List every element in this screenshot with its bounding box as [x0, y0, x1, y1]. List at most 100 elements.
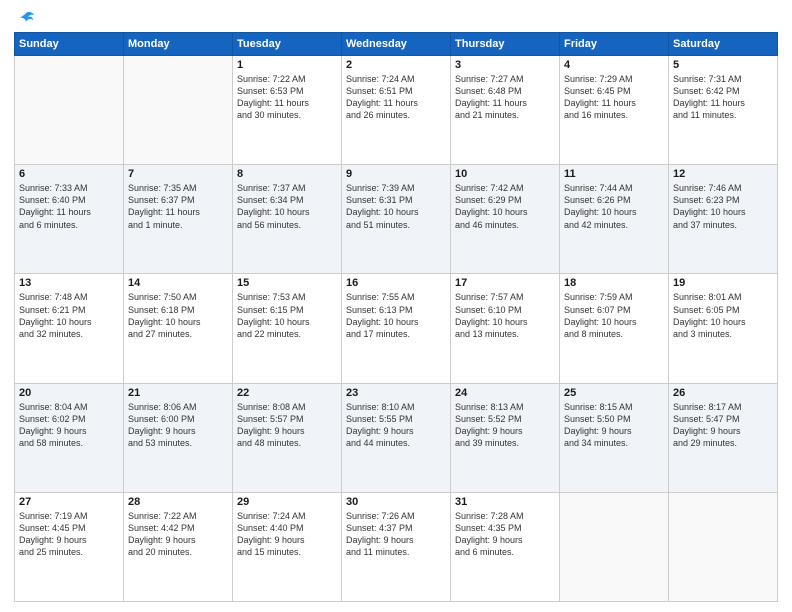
weekday-header: Friday	[560, 33, 669, 56]
calendar-day-cell: 21Sunrise: 8:06 AM Sunset: 6:00 PM Dayli…	[124, 383, 233, 492]
day-number: 26	[673, 387, 773, 399]
calendar-day-cell	[124, 56, 233, 165]
calendar-day-cell: 5 Sunrise: 7:31 AM Sunset: 6:42 PM Daylig…	[669, 56, 778, 165]
weekday-header: Saturday	[669, 33, 778, 56]
day-info: Sunrise: 7:42 AM Sunset: 6:29 PM Dayligh…	[455, 182, 555, 231]
day-info: Sunrise: 7:29 AM Sunset: 6:45 PM Dayligh…	[564, 73, 664, 122]
calendar-week-row: 1Sunrise: 7:22 AM Sunset: 6:53 PM Daylig…	[15, 56, 778, 165]
day-info: Sunrise: 7:24 AM Sunset: 4:40 PM Dayligh…	[237, 510, 337, 559]
day-number: 31	[455, 496, 555, 508]
calendar-day-cell	[669, 492, 778, 601]
day-info: Sunrise: 7:28 AM Sunset: 4:35 PM Dayligh…	[455, 510, 555, 559]
day-info: Sunrise: 7:46 AM Sunset: 6:23 PM Dayligh…	[673, 182, 773, 231]
day-number: 4	[564, 59, 664, 71]
calendar-week-row: 13 Sunrise: 7:48 AM Sunset: 6:21 PM Dayli…	[15, 274, 778, 383]
weekday-header: Sunday	[15, 33, 124, 56]
calendar-day-cell: 25 Sunrise: 8:15 AM Sunset: 5:50 PM Dayli…	[560, 383, 669, 492]
day-number: 3	[455, 59, 555, 71]
calendar-day-cell: 15 Sunrise: 7:53 AM Sunset: 6:15 PM Dayli…	[233, 274, 342, 383]
day-number: 12	[673, 168, 773, 180]
weekday-header: Monday	[124, 33, 233, 56]
calendar-day-cell: 19 Sunrise: 8:01 AM Sunset: 6:05 PM Dayli…	[669, 274, 778, 383]
day-info: Sunrise: 8:04 AM Sunset: 6:02 PM Dayligh…	[19, 401, 119, 450]
header	[14, 10, 778, 26]
day-number: 19	[673, 277, 773, 289]
day-info: Sunrise: 7:35 AM Sunset: 6:37 PM Dayligh…	[128, 182, 228, 231]
day-info: Sunrise: 7:59 AM Sunset: 6:07 PM Dayligh…	[564, 291, 664, 340]
day-number: 1	[237, 59, 337, 71]
day-info: Sunrise: 7:53 AM Sunset: 6:15 PM Dayligh…	[237, 291, 337, 340]
calendar-day-cell: 18 Sunrise: 7:59 AM Sunset: 6:07 PM Dayli…	[560, 274, 669, 383]
day-number: 17	[455, 277, 555, 289]
day-info: Sunrise: 8:15 AM Sunset: 5:50 PM Dayligh…	[564, 401, 664, 450]
calendar-day-cell: 12 Sunrise: 7:46 AM Sunset: 6:23 PM Dayli…	[669, 165, 778, 274]
calendar-day-cell: 31 Sunrise: 7:28 AM Sunset: 4:35 PM Dayli…	[451, 492, 560, 601]
calendar-day-cell: 30Sunrise: 7:26 AM Sunset: 4:37 PM Dayli…	[342, 492, 451, 601]
calendar-day-cell: 7Sunrise: 7:35 AM Sunset: 6:37 PM Daylig…	[124, 165, 233, 274]
day-info: Sunrise: 7:31 AM Sunset: 6:42 PM Dayligh…	[673, 73, 773, 122]
weekday-header: Thursday	[451, 33, 560, 56]
day-number: 9	[346, 168, 446, 180]
day-number: 14	[128, 277, 228, 289]
day-number: 18	[564, 277, 664, 289]
day-info: Sunrise: 7:27 AM Sunset: 6:48 PM Dayligh…	[455, 73, 555, 122]
calendar-week-row: 20Sunrise: 8:04 AM Sunset: 6:02 PM Dayli…	[15, 383, 778, 492]
day-info: Sunrise: 8:08 AM Sunset: 5:57 PM Dayligh…	[237, 401, 337, 450]
page: SundayMondayTuesdayWednesdayThursdayFrid…	[0, 0, 792, 612]
day-info: Sunrise: 7:33 AM Sunset: 6:40 PM Dayligh…	[19, 182, 119, 231]
day-info: Sunrise: 7:24 AM Sunset: 6:51 PM Dayligh…	[346, 73, 446, 122]
day-info: Sunrise: 7:19 AM Sunset: 4:45 PM Dayligh…	[19, 510, 119, 559]
day-number: 28	[128, 496, 228, 508]
calendar-day-cell: 6 Sunrise: 7:33 AM Sunset: 6:40 PM Daylig…	[15, 165, 124, 274]
day-info: Sunrise: 7:22 AM Sunset: 4:42 PM Dayligh…	[128, 510, 228, 559]
calendar-day-cell: 3 Sunrise: 7:27 AM Sunset: 6:48 PM Daylig…	[451, 56, 560, 165]
calendar-day-cell: 26 Sunrise: 8:17 AM Sunset: 5:47 PM Dayli…	[669, 383, 778, 492]
day-info: Sunrise: 8:10 AM Sunset: 5:55 PM Dayligh…	[346, 401, 446, 450]
calendar-day-cell: 4 Sunrise: 7:29 AM Sunset: 6:45 PM Daylig…	[560, 56, 669, 165]
day-number: 22	[237, 387, 337, 399]
calendar-day-cell: 22 Sunrise: 8:08 AM Sunset: 5:57 PM Dayli…	[233, 383, 342, 492]
day-info: Sunrise: 8:01 AM Sunset: 6:05 PM Dayligh…	[673, 291, 773, 340]
day-number: 25	[564, 387, 664, 399]
day-number: 15	[237, 277, 337, 289]
day-info: Sunrise: 7:44 AM Sunset: 6:26 PM Dayligh…	[564, 182, 664, 231]
day-number: 30	[346, 496, 446, 508]
day-info: Sunrise: 7:57 AM Sunset: 6:10 PM Dayligh…	[455, 291, 555, 340]
calendar-day-cell: 2Sunrise: 7:24 AM Sunset: 6:51 PM Daylig…	[342, 56, 451, 165]
calendar-day-cell: 16 Sunrise: 7:55 AM Sunset: 6:13 PM Dayli…	[342, 274, 451, 383]
calendar-day-cell: 11 Sunrise: 7:44 AM Sunset: 6:26 PM Dayli…	[560, 165, 669, 274]
calendar-table: SundayMondayTuesdayWednesdayThursdayFrid…	[14, 32, 778, 602]
day-info: Sunrise: 7:48 AM Sunset: 6:21 PM Dayligh…	[19, 291, 119, 340]
logo-bird-icon	[16, 10, 36, 30]
calendar-day-cell: 24Sunrise: 8:13 AM Sunset: 5:52 PM Dayli…	[451, 383, 560, 492]
day-info: Sunrise: 7:55 AM Sunset: 6:13 PM Dayligh…	[346, 291, 446, 340]
calendar-week-row: 27 Sunrise: 7:19 AM Sunset: 4:45 PM Dayli…	[15, 492, 778, 601]
calendar-day-cell: 28 Sunrise: 7:22 AM Sunset: 4:42 PM Dayli…	[124, 492, 233, 601]
day-info: Sunrise: 7:50 AM Sunset: 6:18 PM Dayligh…	[128, 291, 228, 340]
calendar-week-row: 6 Sunrise: 7:33 AM Sunset: 6:40 PM Daylig…	[15, 165, 778, 274]
calendar-day-cell: 1Sunrise: 7:22 AM Sunset: 6:53 PM Daylig…	[233, 56, 342, 165]
day-number: 13	[19, 277, 119, 289]
calendar-day-cell: 13 Sunrise: 7:48 AM Sunset: 6:21 PM Dayli…	[15, 274, 124, 383]
weekday-header: Wednesday	[342, 33, 451, 56]
calendar-day-cell: 10Sunrise: 7:42 AM Sunset: 6:29 PM Dayli…	[451, 165, 560, 274]
weekday-header: Tuesday	[233, 33, 342, 56]
day-info: Sunrise: 8:17 AM Sunset: 5:47 PM Dayligh…	[673, 401, 773, 450]
day-number: 8	[237, 168, 337, 180]
calendar-day-cell: 9 Sunrise: 7:39 AM Sunset: 6:31 PM Daylig…	[342, 165, 451, 274]
day-number: 16	[346, 277, 446, 289]
day-number: 27	[19, 496, 119, 508]
calendar-day-cell: 17 Sunrise: 7:57 AM Sunset: 6:10 PM Dayli…	[451, 274, 560, 383]
calendar-day-cell	[560, 492, 669, 601]
calendar-day-cell: 23Sunrise: 8:10 AM Sunset: 5:55 PM Dayli…	[342, 383, 451, 492]
day-number: 24	[455, 387, 555, 399]
day-number: 5	[673, 59, 773, 71]
logo	[14, 10, 36, 26]
day-number: 6	[19, 168, 119, 180]
day-info: Sunrise: 7:39 AM Sunset: 6:31 PM Dayligh…	[346, 182, 446, 231]
day-info: Sunrise: 7:37 AM Sunset: 6:34 PM Dayligh…	[237, 182, 337, 231]
day-number: 29	[237, 496, 337, 508]
calendar-day-cell: 20Sunrise: 8:04 AM Sunset: 6:02 PM Dayli…	[15, 383, 124, 492]
day-number: 11	[564, 168, 664, 180]
calendar-day-cell: 27 Sunrise: 7:19 AM Sunset: 4:45 PM Dayli…	[15, 492, 124, 601]
